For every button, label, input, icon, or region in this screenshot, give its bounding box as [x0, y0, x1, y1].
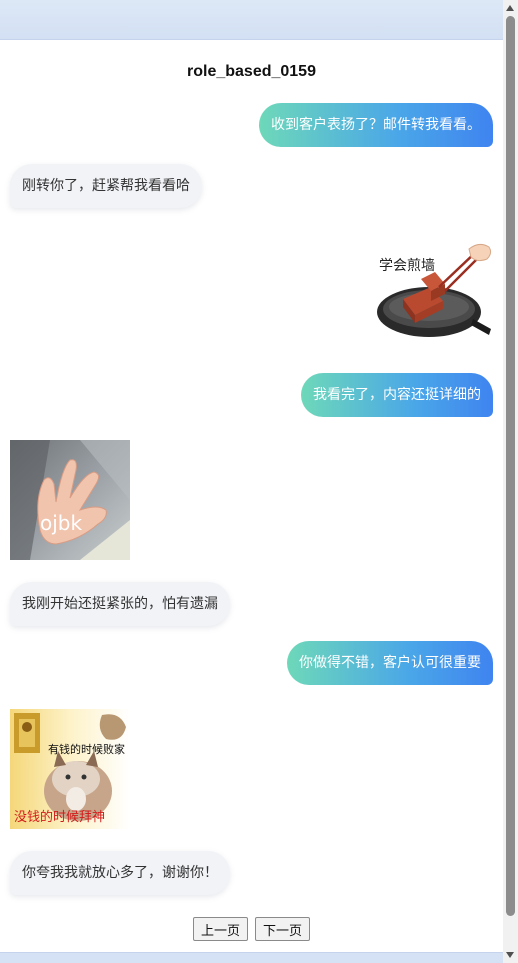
scroll-thumb[interactable] — [506, 16, 515, 916]
sticker-frying-wall: 学会煎墙 — [373, 239, 493, 359]
scroll-down-arrow-icon[interactable] — [506, 952, 514, 958]
pagination: 上一页 下一页 — [0, 917, 503, 941]
page: role_based_0159 收到客户表扬了？邮件转我看看。 刚转你了，赶紧帮… — [0, 0, 518, 963]
bottom-band — [0, 952, 503, 963]
message-bubble-outgoing: 我看完了，内容还挺详细的 — [301, 373, 493, 417]
message-bubble-incoming: 你夸我我就放心多了，谢谢你！ — [10, 851, 230, 895]
message-bubble-outgoing: 你做得不错，客户认可很重要 — [287, 641, 493, 685]
scroll-up-arrow-icon[interactable] — [506, 5, 514, 11]
chat-window[interactable]: role_based_0159 收到客户表扬了？邮件转我看看。 刚转你了，赶紧帮… — [0, 40, 503, 952]
sticker-caption: ojbk — [40, 511, 82, 535]
sticker-praying-cat: 有钱的时候败家 没钱的时候拜神 — [10, 709, 130, 829]
message-bubble-incoming: 我刚开始还挺紧张的，怕有遗漏 — [10, 582, 230, 626]
sticker-caption: 学会煎墙 — [379, 258, 435, 274]
next-page-button[interactable]: 下一页 — [255, 917, 311, 941]
message-bubble-incoming: 刚转你了，赶紧帮我看看哈 — [10, 164, 202, 208]
message-bubble-outgoing: 收到客户表扬了？邮件转我看看。 — [259, 103, 493, 147]
sticker-ojbk-hand: ojbk — [10, 440, 130, 560]
top-band — [0, 0, 503, 40]
prev-page-button[interactable]: 上一页 — [192, 917, 248, 941]
chat-title: role_based_0159 — [187, 63, 316, 80]
vertical-scrollbar[interactable] — [503, 0, 518, 963]
sticker-caption-bottom: 没钱的时候拜神 — [14, 809, 105, 825]
